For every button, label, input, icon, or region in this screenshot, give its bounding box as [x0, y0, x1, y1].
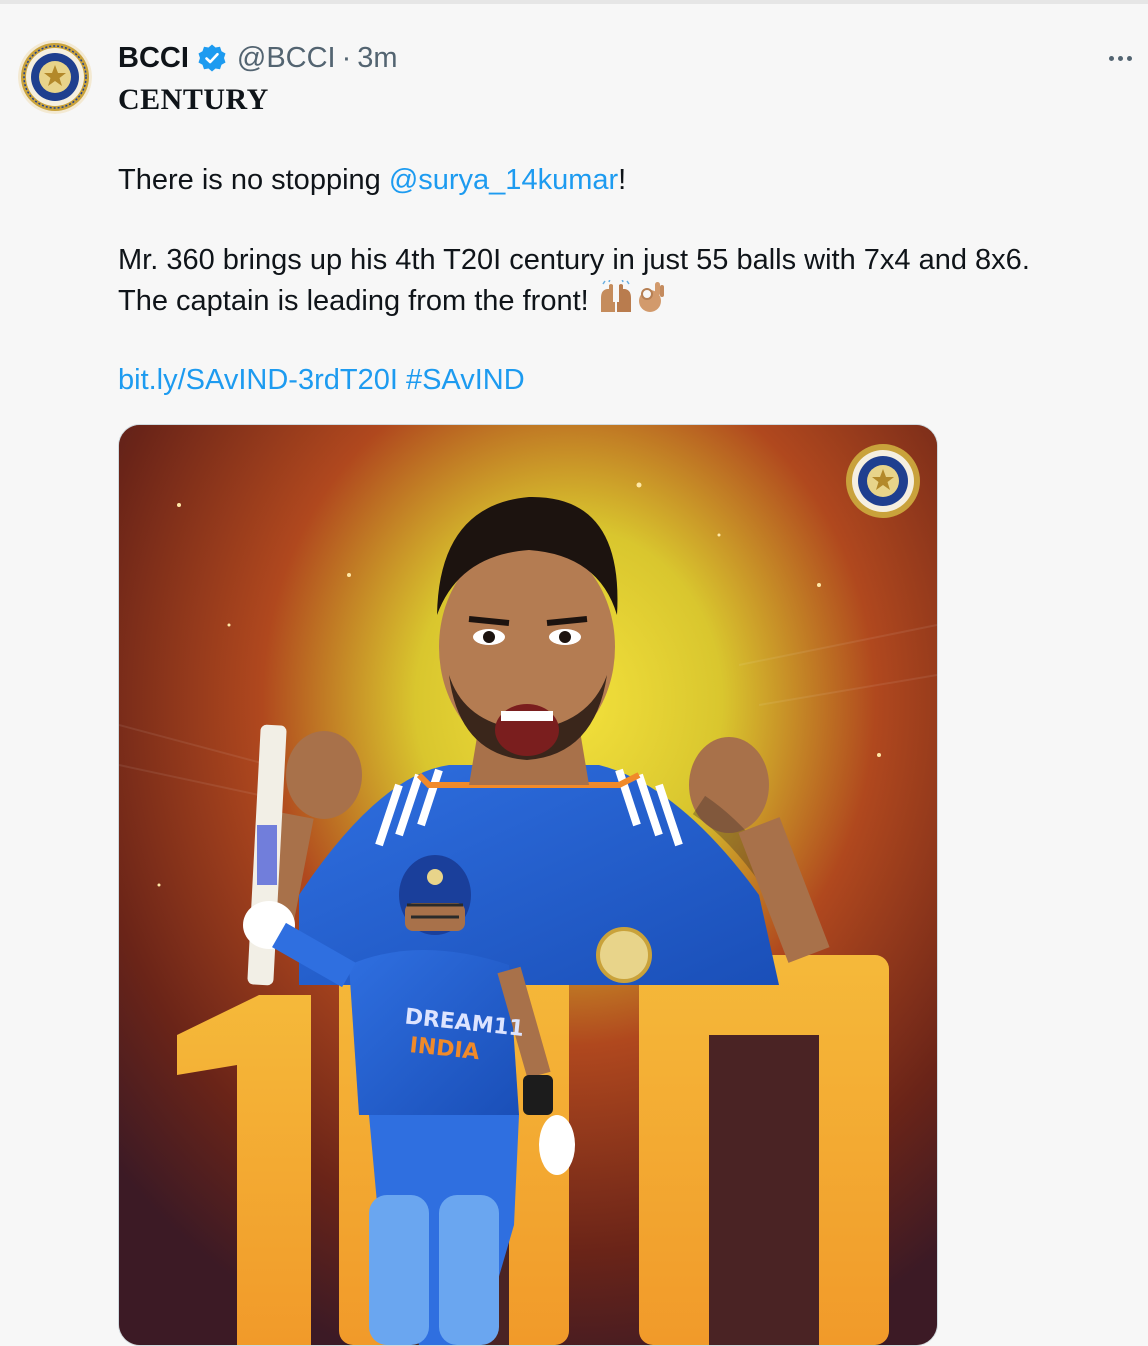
- tweet[interactable]: BCCI @BCCI · 3m CENTURY There is no stop…: [0, 4, 1148, 1346]
- avatar[interactable]: [18, 40, 92, 114]
- separator-dot: ·: [341, 41, 352, 74]
- bcci-logo-icon: [18, 40, 92, 114]
- display-name[interactable]: BCCI: [118, 42, 189, 75]
- url-link[interactable]: bit.ly/SAvIND-3rdT20I: [118, 364, 398, 396]
- text-segment: The captain is leading from the front!: [118, 285, 589, 318]
- hashtag-link[interactable]: #SAvIND: [406, 364, 525, 396]
- tweet-text-line-2: Mr. 360 brings up his 4th T20I century i…: [118, 244, 1030, 276]
- verified-badge-icon: [197, 43, 227, 73]
- tweet-text-line-3: The captain is leading from the front!: [118, 278, 667, 325]
- tweet-headline: CENTURY: [118, 83, 269, 116]
- tweet-text-line-1: There is no stopping @surya_14kumar!: [118, 160, 626, 200]
- tweet-media-image[interactable]: DREAM11 INDIA: [118, 424, 938, 1346]
- handle[interactable]: @BCCI: [237, 42, 336, 75]
- text-segment: There is no stopping: [118, 164, 389, 196]
- timestamp[interactable]: 3m: [357, 42, 397, 75]
- more-options-icon[interactable]: [1102, 40, 1138, 76]
- raising-hands-emoji-icon: [597, 278, 635, 325]
- century-poster-image: DREAM11 INDIA: [119, 425, 937, 1345]
- mention-link[interactable]: @surya_14kumar: [389, 164, 618, 196]
- tweet-header: BCCI @BCCI · 3m: [118, 38, 398, 78]
- text-segment: !: [618, 164, 627, 196]
- tweet-text-line-4: bit.ly/SAvIND-3rdT20I #SAvIND: [118, 360, 525, 400]
- ok-hand-emoji-icon: [635, 280, 667, 325]
